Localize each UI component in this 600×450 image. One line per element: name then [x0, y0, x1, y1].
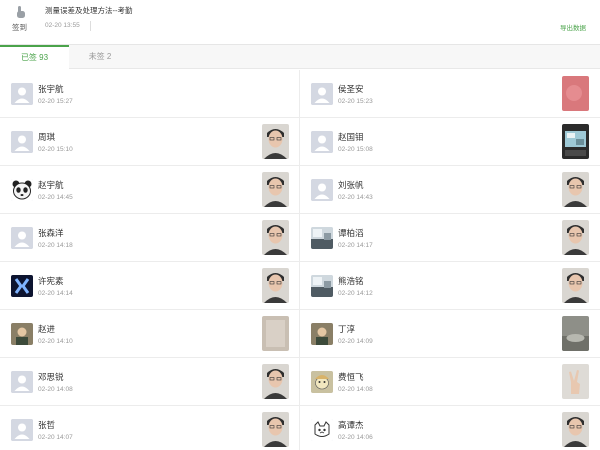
checkin-time: 02-20 14:12 — [338, 290, 373, 297]
student-name: 刘张帆 — [338, 180, 364, 190]
checkin-photo[interactable] — [562, 316, 589, 351]
table-row: 周琪 02-20 15:10 赵国钼 02-20 15:08 — [0, 118, 600, 166]
student-name: 赵国钼 — [338, 132, 364, 142]
checkin-time: 02-20 14:45 — [38, 194, 73, 201]
checkin-record[interactable]: 谭柏滔 02-20 14:17 — [300, 214, 599, 262]
person-avatar-icon — [311, 323, 333, 345]
checkin-record[interactable]: 许宪素 02-20 14:14 — [0, 262, 299, 310]
default-avatar-icon — [311, 131, 333, 153]
student-name: 费恒飞 — [338, 372, 364, 382]
checkin-photo[interactable] — [262, 124, 289, 159]
cat-avatar-icon — [311, 419, 333, 441]
checkin-photo[interactable] — [562, 364, 589, 399]
student-name: 丁淳 — [338, 324, 356, 334]
checkin-time: 02-20 14:08 — [338, 386, 373, 393]
header-separator — [90, 21, 91, 31]
checkin-photo[interactable] — [562, 268, 589, 303]
x-logo-avatar-icon — [11, 275, 33, 297]
table-row: 许宪素 02-20 14:14 熊浩铭 02-20 14:12 — [0, 262, 600, 310]
checkin-time: 02-20 15:10 — [38, 146, 73, 153]
checkin-record[interactable]: 赵进 02-20 14:10 — [0, 310, 299, 358]
checkin-time: 02-20 14:18 — [38, 242, 73, 249]
checkin-time: 02-20 14:08 — [38, 386, 73, 393]
checkin-record[interactable]: 邓思锐 02-20 14:08 — [0, 358, 299, 406]
table-row: 赵宇航 02-20 14:45 刘张帆 02-20 14:43 — [0, 166, 600, 214]
checkin-record[interactable]: 高谭杰 02-20 14:06 — [300, 406, 599, 450]
checkin-photo[interactable] — [562, 124, 589, 159]
checkin-photo[interactable] — [262, 316, 289, 351]
checkin-photo[interactable] — [562, 172, 589, 207]
checkin-list: 张宇航 02-20 15:27 侯圣安 02-20 15:23 周琪 02-20 15:1… — [0, 70, 600, 450]
student-name: 邓思锐 — [38, 372, 64, 382]
checkin-photo[interactable] — [562, 412, 589, 447]
checkin-hand-icon — [17, 6, 25, 18]
default-avatar-icon — [11, 371, 33, 393]
table-row: 张森洋 02-20 14:18 谭柏滔 02-20 14:17 — [0, 214, 600, 262]
activity-title: 测量误差及处理方法--考勤 — [45, 6, 133, 15]
checkin-record[interactable]: 张宇航 02-20 15:27 — [0, 70, 299, 118]
checkin-record[interactable]: 赵宇航 02-20 14:45 — [0, 166, 299, 214]
default-avatar-icon — [311, 179, 333, 201]
student-name: 侯圣安 — [338, 84, 364, 94]
student-name: 张宇航 — [38, 84, 64, 94]
student-name: 张森洋 — [38, 228, 64, 238]
table-row: 邓思锐 02-20 14:08 费恒飞 02-20 14:08 — [0, 358, 600, 406]
checkin-record[interactable]: 丁淳 02-20 14:09 — [300, 310, 599, 358]
checkin-time: 02-20 14:43 — [338, 194, 373, 201]
checkin-record[interactable]: 张哲 02-20 14:07 — [0, 406, 299, 450]
default-avatar-icon — [11, 227, 33, 249]
checkin-photo[interactable] — [562, 76, 589, 111]
activity-time: 02-20 13:55 — [45, 22, 80, 29]
checkin-record[interactable]: 熊浩铭 02-20 14:12 — [300, 262, 599, 310]
cartoon-avatar-icon — [311, 371, 333, 393]
checkin-time: 02-20 14:09 — [338, 338, 373, 345]
checkin-photo[interactable] — [262, 172, 289, 207]
student-name: 赵进 — [38, 324, 56, 334]
tab-signed[interactable]: 已签 93 — [0, 45, 69, 69]
default-avatar-icon — [311, 83, 333, 105]
checkin-photo[interactable] — [262, 268, 289, 303]
checkin-time: 02-20 14:07 — [38, 434, 73, 441]
checkin-label: 签到 — [12, 23, 27, 32]
checkin-time: 02-20 15:27 — [38, 98, 73, 105]
student-name: 许宪素 — [38, 276, 64, 286]
default-avatar-icon — [11, 83, 33, 105]
checkin-record[interactable]: 刘张帆 02-20 14:43 — [300, 166, 599, 214]
student-name: 赵宇航 — [38, 180, 64, 190]
landscape-avatar-icon — [311, 227, 333, 249]
tab-unsigned[interactable]: 未签 2 — [69, 45, 131, 69]
default-avatar-icon — [11, 131, 33, 153]
student-name: 周琪 — [38, 132, 56, 142]
student-name: 高谭杰 — [338, 420, 364, 430]
table-row: 张宇航 02-20 15:27 侯圣安 02-20 15:23 — [0, 70, 600, 118]
person-avatar-icon — [11, 323, 33, 345]
checkin-time: 02-20 14:14 — [38, 290, 73, 297]
column-divider — [299, 70, 300, 450]
checkin-record[interactable]: 周琪 02-20 15:10 — [0, 118, 299, 166]
checkin-photo[interactable] — [262, 364, 289, 399]
checkin-photo[interactable] — [562, 220, 589, 255]
export-data-button[interactable]: 导出数据 — [560, 22, 586, 32]
student-name: 谭柏滔 — [338, 228, 364, 238]
checkin-time: 02-20 14:06 — [338, 434, 373, 441]
checkin-time: 02-20 14:17 — [338, 242, 373, 249]
default-avatar-icon — [11, 419, 33, 441]
status-tabs: 已签 93 未签 2 — [0, 45, 600, 69]
checkin-record[interactable]: 张森洋 02-20 14:18 — [0, 214, 299, 262]
table-row: 赵进 02-20 14:10 丁淳 02-20 14:09 — [0, 310, 600, 358]
checkin-record[interactable]: 费恒飞 02-20 14:08 — [300, 358, 599, 406]
student-name: 张哲 — [38, 420, 56, 430]
checkin-photo[interactable] — [262, 220, 289, 255]
panda-avatar-icon — [11, 179, 33, 201]
landscape-avatar-icon — [311, 275, 333, 297]
checkin-photo[interactable] — [262, 412, 289, 447]
checkin-time: 02-20 15:23 — [338, 98, 373, 105]
checkin-header: 签到 测量误差及处理方法--考勤 02-20 13:55 导出数据 — [0, 0, 600, 44]
checkin-time: 02-20 14:10 — [38, 338, 73, 345]
student-name: 熊浩铭 — [338, 276, 364, 286]
table-row: 张哲 02-20 14:07 高谭杰 02-20 14:06 — [0, 406, 600, 450]
checkin-time: 02-20 15:08 — [338, 146, 373, 153]
checkin-record[interactable]: 赵国钼 02-20 15:08 — [300, 118, 599, 166]
checkin-record[interactable]: 侯圣安 02-20 15:23 — [300, 70, 599, 118]
